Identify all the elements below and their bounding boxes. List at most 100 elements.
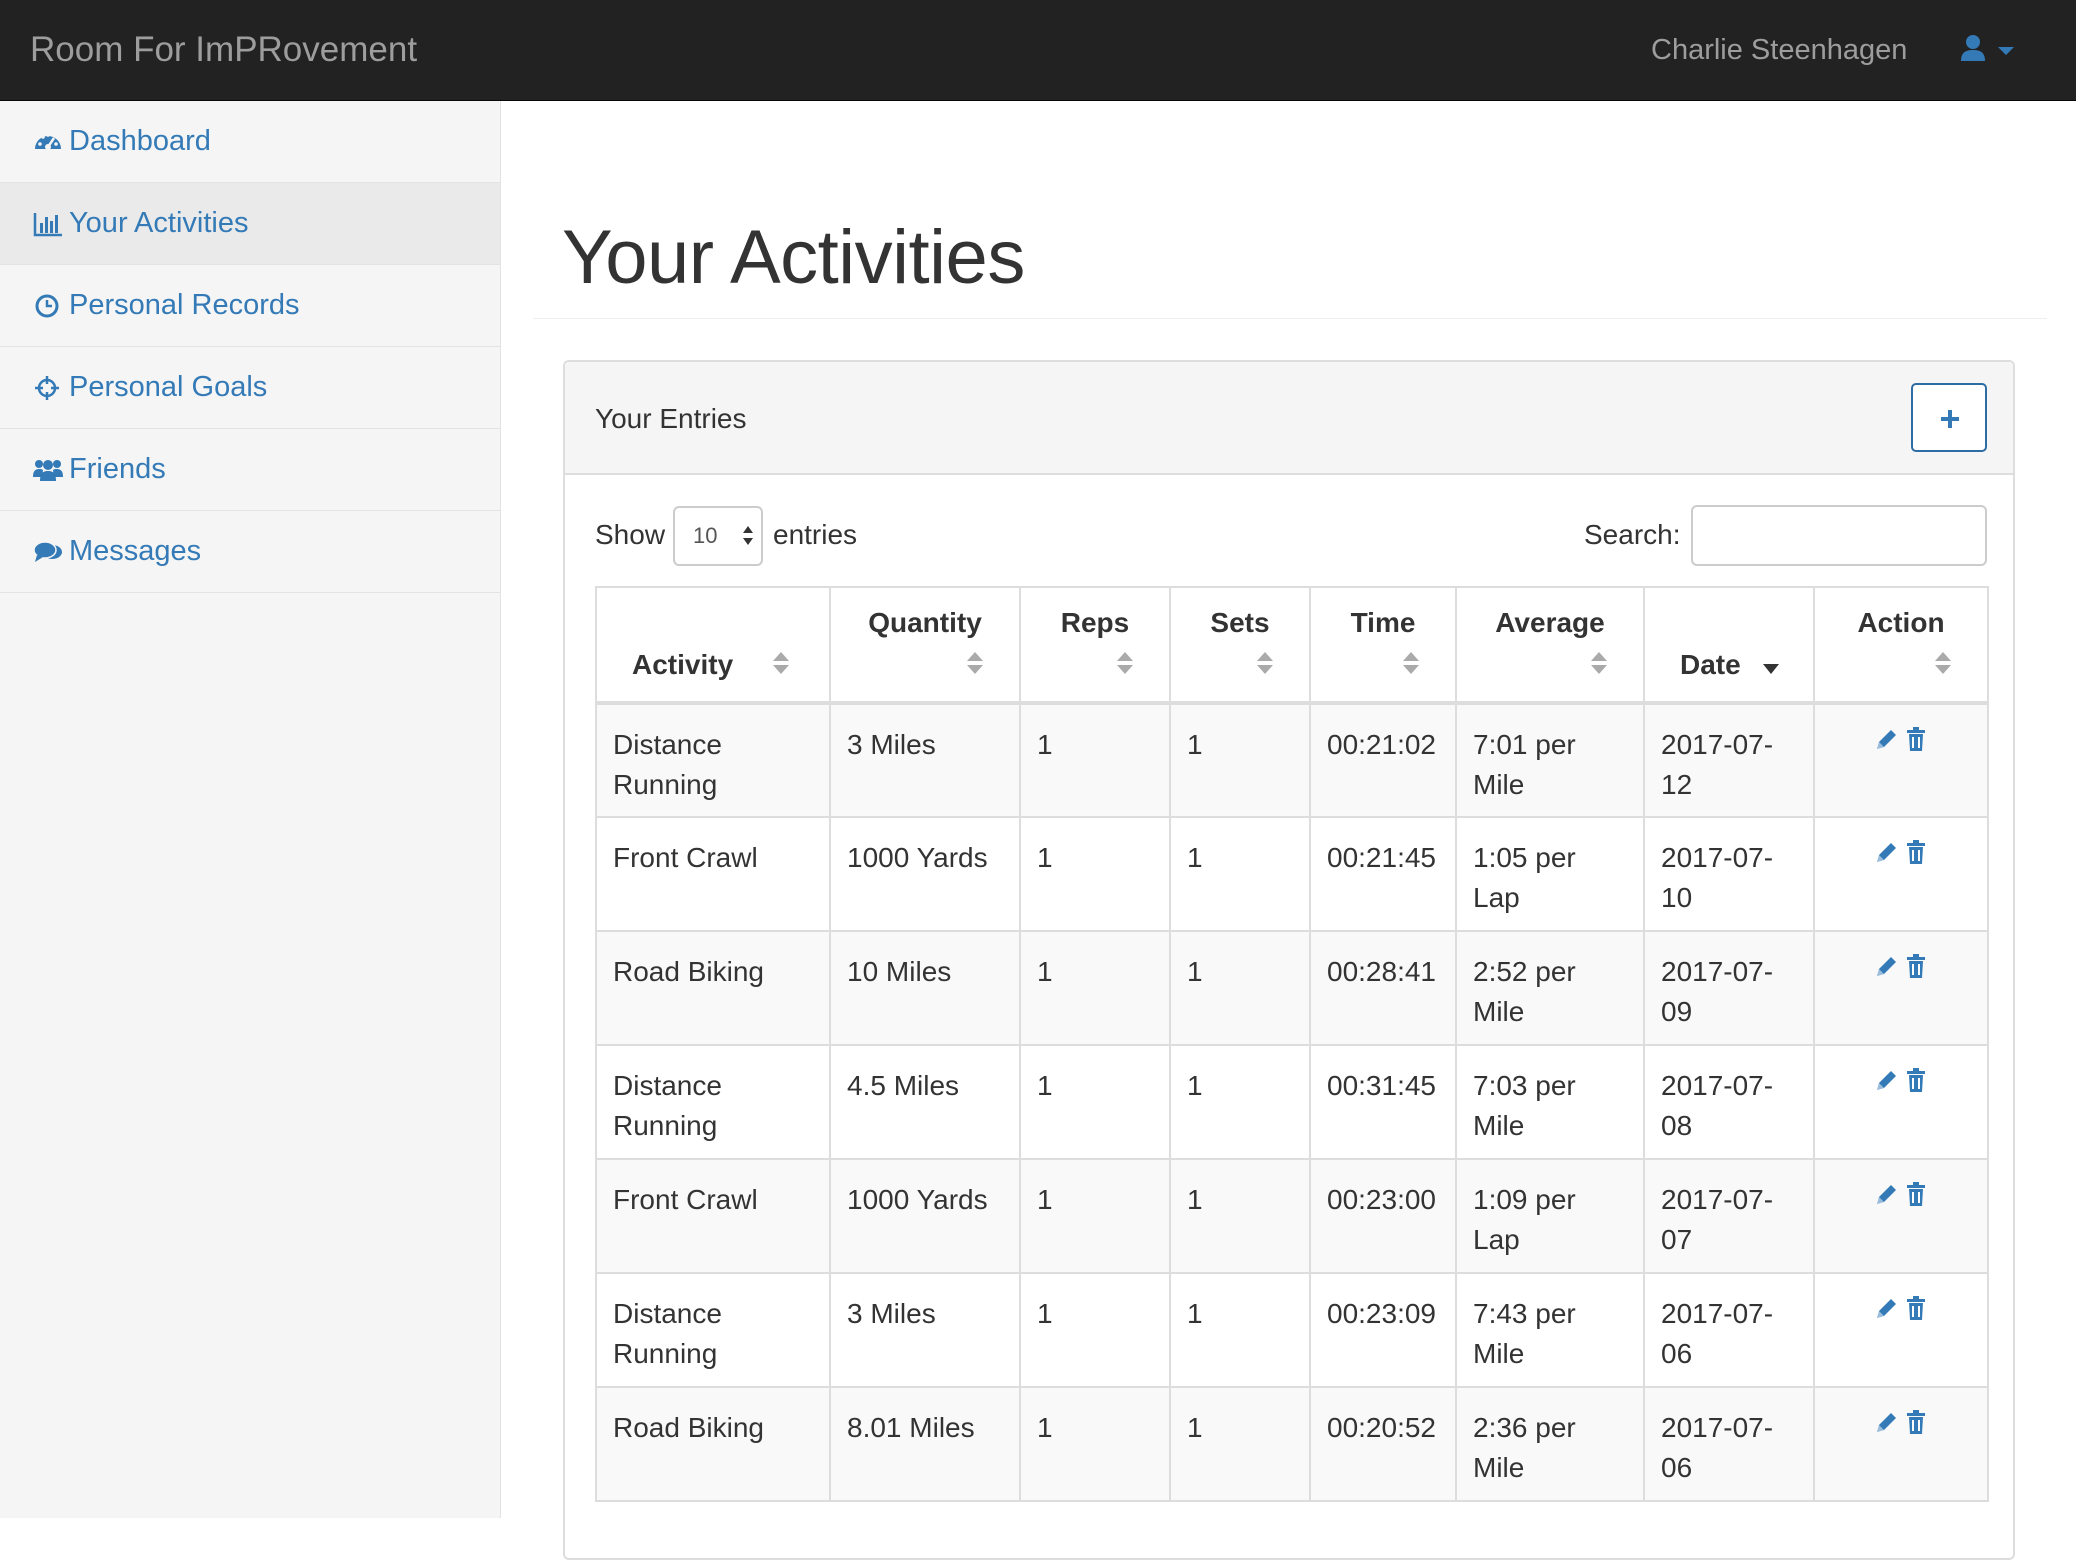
panel-heading: Your Entries xyxy=(565,362,2013,475)
table-row: Road Biking 8.01 Miles 1 1 00:20:52 2:36 per … xyxy=(595,1386,1989,1502)
cell-date: 2017-07-12 xyxy=(1643,702,1815,818)
sort-both-icon xyxy=(1117,652,1133,676)
cell-date: 2017-07-08 xyxy=(1643,1044,1815,1160)
cell-average: 2:52 per Mile xyxy=(1455,930,1645,1046)
cell-activity: Road Biking xyxy=(595,930,831,1046)
top-navbar: Room For ImPRovement Charlie Steenhagen xyxy=(0,0,2076,101)
cell-activity: Distance Running xyxy=(595,1044,831,1160)
cell-quantity: 4.5 Miles xyxy=(829,1044,1021,1160)
cell-average: 1:05 per Lap xyxy=(1455,816,1645,932)
user-menu-dropdown[interactable] xyxy=(1960,34,2020,66)
cell-action xyxy=(1813,1272,1989,1388)
cell-time: 00:31:45 xyxy=(1309,1044,1457,1160)
pencil-icon[interactable] xyxy=(1873,1180,1899,1208)
page-title: Your Activities xyxy=(562,215,1025,300)
entries-per-page-select[interactable]: 10 xyxy=(673,506,763,566)
table-row: Distance Running 3 Miles 1 1 00:21:02 7:01 pe… xyxy=(595,702,1989,818)
brand-title[interactable]: Room For ImPRovement xyxy=(30,0,417,100)
column-header-date[interactable]: Date xyxy=(1643,586,1815,705)
table-row: Front Crawl 1000 Yards 1 1 00:23:00 1:09 per … xyxy=(595,1158,1989,1274)
trash-icon[interactable] xyxy=(1903,1408,1929,1436)
table-row: Road Biking 10 Miles 1 1 00:28:41 2:52 per Mi… xyxy=(595,930,1989,1046)
cell-time: 00:23:00 xyxy=(1309,1158,1457,1274)
cell-quantity: 3 Miles xyxy=(829,702,1021,818)
entries-panel: Your Entries Show 10 entries Search: Act… xyxy=(563,360,2015,1560)
add-entry-button[interactable] xyxy=(1911,383,1987,452)
user-name[interactable]: Charlie Steenhagen xyxy=(1651,0,1907,100)
pencil-icon[interactable] xyxy=(1873,838,1899,866)
trash-icon[interactable] xyxy=(1903,952,1929,980)
search-input[interactable] xyxy=(1691,505,1987,566)
cell-activity: Front Crawl xyxy=(595,1158,831,1274)
cell-date: 2017-07-10 xyxy=(1643,816,1815,932)
sidebar-item-friends[interactable]: Friends xyxy=(0,429,500,511)
pencil-icon[interactable] xyxy=(1873,952,1899,980)
user-icon xyxy=(1961,35,1985,61)
sort-both-icon xyxy=(1403,652,1419,676)
trash-icon[interactable] xyxy=(1903,1066,1929,1094)
clock-icon xyxy=(33,291,63,321)
column-header-reps[interactable]: Reps xyxy=(1019,586,1171,705)
cell-time: 00:20:52 xyxy=(1309,1386,1457,1502)
cell-action xyxy=(1813,1158,1989,1274)
users-icon xyxy=(33,455,63,485)
column-header-quantity[interactable]: Quantity xyxy=(829,586,1021,705)
cell-average: 7:01 per Mile xyxy=(1455,702,1645,818)
cell-sets: 1 xyxy=(1169,1386,1311,1502)
sidebar-item-personal-goals[interactable]: Personal Goals xyxy=(0,347,500,429)
pencil-icon[interactable] xyxy=(1873,1066,1899,1094)
sidebar-item-dashboard[interactable]: Dashboard xyxy=(0,101,500,183)
trash-icon[interactable] xyxy=(1903,1180,1929,1208)
search-label: Search: xyxy=(1584,519,1681,550)
pencil-icon[interactable] xyxy=(1873,1408,1899,1436)
sidebar-item-messages[interactable]: Messages xyxy=(0,511,500,593)
sidebar-item-label: Personal Goals xyxy=(69,371,268,403)
sidebar-item-label: Friends xyxy=(69,453,166,485)
cell-sets: 1 xyxy=(1169,816,1311,932)
entries-label: entries xyxy=(773,519,858,550)
cell-time: 00:23:09 xyxy=(1309,1272,1457,1388)
sidebar: Dashboard Your Activities Personal Recor… xyxy=(0,101,501,1518)
sort-both-icon xyxy=(773,652,789,676)
cell-sets: 1 xyxy=(1169,1158,1311,1274)
column-header-activity[interactable]: Activity xyxy=(595,586,831,705)
sidebar-item-label: Personal Records xyxy=(69,289,300,321)
show-label: Show xyxy=(595,519,666,550)
trash-icon[interactable] xyxy=(1903,1294,1929,1322)
pencil-icon[interactable] xyxy=(1873,1294,1899,1322)
table-row: Distance Running 4.5 Miles 1 1 00:31:45 7:03 … xyxy=(595,1044,1989,1160)
cell-sets: 1 xyxy=(1169,930,1311,1046)
table-body: Distance Running 3 Miles 1 1 00:21:02 7:01 pe… xyxy=(595,702,1989,1502)
sidebar-item-personal-records[interactable]: Personal Records xyxy=(0,265,500,347)
panel-title: Your Entries xyxy=(595,403,747,434)
cell-quantity: 8.01 Miles xyxy=(829,1386,1021,1502)
cell-date: 2017-07-07 xyxy=(1643,1158,1815,1274)
cell-average: 2:36 per Mile xyxy=(1455,1386,1645,1502)
cell-date: 2017-07-06 xyxy=(1643,1386,1815,1502)
cell-activity: Distance Running xyxy=(595,1272,831,1388)
cell-quantity: 1000 Yards xyxy=(829,1158,1021,1274)
cell-activity: Road Biking xyxy=(595,1386,831,1502)
activities-table: Activity Quantity Reps Sets Time Average… xyxy=(595,586,1989,1502)
cell-reps: 1 xyxy=(1019,930,1171,1046)
table-header-row: Activity Quantity Reps Sets Time Average… xyxy=(595,586,1989,705)
cell-date: 2017-07-06 xyxy=(1643,1272,1815,1388)
trash-icon[interactable] xyxy=(1903,838,1929,866)
cell-reps: 1 xyxy=(1019,1158,1171,1274)
cell-action xyxy=(1813,816,1989,932)
column-header-average[interactable]: Average xyxy=(1455,586,1645,705)
pencil-icon[interactable] xyxy=(1873,725,1899,753)
cell-quantity: 3 Miles xyxy=(829,1272,1021,1388)
cell-quantity: 10 Miles xyxy=(829,930,1021,1046)
sort-both-icon xyxy=(1935,652,1951,676)
sidebar-item-your-activities[interactable]: Your Activities xyxy=(0,183,500,265)
cell-sets: 1 xyxy=(1169,1044,1311,1160)
cell-sets: 1 xyxy=(1169,702,1311,818)
sort-both-icon xyxy=(967,652,983,676)
column-header-action[interactable]: Action xyxy=(1813,586,1989,705)
column-header-sets[interactable]: Sets xyxy=(1169,586,1311,705)
sort-desc-icon xyxy=(1763,664,1779,674)
cell-reps: 1 xyxy=(1019,702,1171,818)
column-header-time[interactable]: Time xyxy=(1309,586,1457,705)
trash-icon[interactable] xyxy=(1903,725,1929,753)
